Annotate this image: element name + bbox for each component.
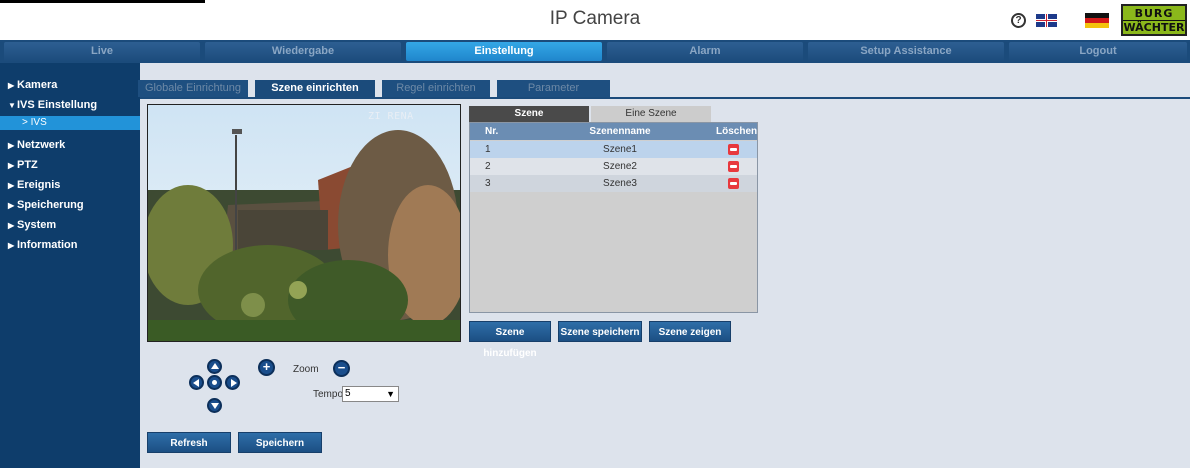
ptz-center-button[interactable]	[207, 375, 222, 390]
sidebar-item-information[interactable]: ▶ Information	[0, 235, 140, 255]
delete-icon[interactable]	[728, 144, 739, 155]
row-scene-name: Szene1	[603, 144, 637, 155]
burg-waechter-logo: BURG WÄCHTER	[1121, 4, 1187, 36]
sidebar-item-ptz[interactable]: ▶ PTZ	[0, 155, 140, 175]
show-scene-button[interactable]: Szene zeigen	[649, 321, 731, 342]
header-scene-name: Szenenname	[589, 126, 651, 137]
nav-setup-assistance[interactable]: Setup Assistance	[808, 42, 1004, 61]
save-scene-button[interactable]: Szene speichern	[558, 321, 642, 342]
table-row[interactable]: 1 Szene1	[470, 141, 757, 158]
scene-table-header: Nr. Szenenname Löschen	[470, 123, 757, 140]
sidebar-item-ivs[interactable]: > IVS	[0, 116, 140, 130]
zoom-label: Zoom	[293, 364, 319, 375]
sidebar-item-netzwerk[interactable]: ▶ Netzwerk	[0, 135, 140, 155]
sidebar-item-ereignis[interactable]: ▶ Ereignis	[0, 175, 140, 195]
header-delete: Löschen	[716, 126, 758, 137]
delete-icon[interactable]	[728, 161, 739, 172]
tab-szene-einrichten[interactable]: Szene einrichten	[255, 80, 375, 97]
delete-icon[interactable]	[728, 178, 739, 189]
row-nr: 3	[485, 178, 491, 189]
tempo-select[interactable]: 5 ▼	[342, 386, 399, 402]
scene-table: Nr. Szenenname Löschen 1 Szene1 2 Szene2…	[469, 122, 758, 313]
expand-arrow-icon: ▶	[8, 241, 15, 250]
sidebar-item-speicherung[interactable]: ▶ Speicherung	[0, 195, 140, 215]
nav-einstellung[interactable]: Einstellung	[406, 42, 602, 61]
camera-osd-label: ZI RENA	[368, 111, 414, 122]
ptz-left-button[interactable]	[189, 375, 204, 390]
tab-divider	[140, 97, 1190, 99]
header-nr: Nr.	[485, 126, 499, 137]
sidebar-item-system[interactable]: ▶ System	[0, 215, 140, 235]
expand-arrow-icon: ▶	[8, 221, 15, 230]
tab-globale-einrichtung[interactable]: Globale Einrichtung	[138, 80, 248, 97]
ptz-up-button[interactable]	[207, 359, 222, 374]
sidebar: ▶ Kamera ▼IVS Einstellung > IVS ▶ Netzwerk…	[0, 63, 140, 468]
tab-regel-einrichten[interactable]: Regel einrichten	[382, 80, 490, 97]
collapse-arrow-icon: ▼	[8, 101, 16, 110]
german-flag-icon[interactable]	[1085, 13, 1109, 28]
row-nr: 1	[485, 144, 491, 155]
save-button[interactable]: Speichern	[238, 432, 322, 453]
nav-alarm[interactable]: Alarm	[607, 42, 803, 61]
tab-one-scene[interactable]: Eine Szene	[591, 106, 711, 122]
header: IP Camera ? BURG WÄCHTER	[0, 0, 1190, 40]
expand-arrow-icon: ▶	[8, 161, 15, 170]
nav-live[interactable]: Live	[4, 42, 200, 61]
tab-parameter[interactable]: Parameter	[497, 80, 610, 97]
main-nav: Live Wiedergabe Einstellung Alarm Setup …	[0, 40, 1190, 63]
camera-video-feed[interactable]: ZI RENA	[147, 104, 461, 342]
table-row[interactable]: 2 Szene2	[470, 158, 757, 175]
nav-wiedergabe[interactable]: Wiedergabe	[205, 42, 401, 61]
sidebar-item-kamera[interactable]: ▶ Kamera	[0, 75, 140, 95]
english-flag-icon[interactable]	[1036, 14, 1057, 27]
row-scene-name: Szene2	[603, 161, 637, 172]
tempo-label: Tempo	[313, 389, 344, 400]
table-row[interactable]: 3 Szene3	[470, 175, 757, 192]
expand-arrow-icon: ▶	[8, 201, 15, 210]
nav-logout[interactable]: Logout	[1009, 42, 1187, 61]
expand-arrow-icon: ▶	[8, 141, 15, 150]
sidebar-item-ivs-einstellung[interactable]: ▼IVS Einstellung	[0, 95, 140, 115]
expand-arrow-icon: ▶	[8, 81, 15, 90]
header-bar	[0, 0, 205, 3]
refresh-button[interactable]: Refresh	[147, 432, 231, 453]
ptz-down-button[interactable]	[207, 398, 222, 413]
camera-image	[148, 105, 460, 341]
zoom-out-button[interactable]: −	[333, 360, 350, 377]
zoom-in-button[interactable]: +	[258, 359, 275, 376]
ptz-right-button[interactable]	[225, 375, 240, 390]
help-icon[interactable]: ?	[1011, 13, 1026, 28]
tab-scene[interactable]: Szene	[469, 106, 589, 122]
row-scene-name: Szene3	[603, 178, 637, 189]
chevron-down-icon: ▼	[386, 389, 395, 399]
add-scene-button[interactable]: Szene hinzufügen	[469, 321, 551, 359]
row-nr: 2	[485, 161, 491, 172]
expand-arrow-icon: ▶	[8, 181, 15, 190]
